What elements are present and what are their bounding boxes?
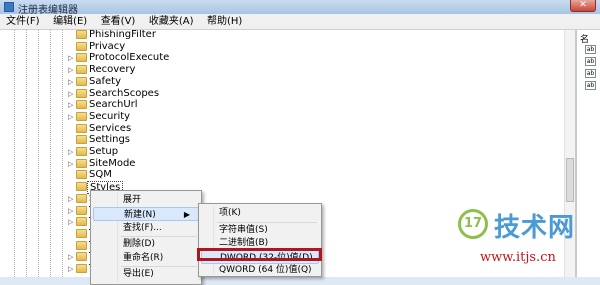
submenu-item-key[interactable]: 项(K) bbox=[201, 206, 319, 220]
menu-item-find[interactable]: 查找(F)... bbox=[93, 221, 199, 235]
string-value-icon[interactable]: ab bbox=[585, 45, 596, 54]
folder-icon bbox=[76, 135, 87, 145]
folder-icon bbox=[76, 88, 87, 98]
tree-item-label: SQM bbox=[89, 169, 112, 181]
menu-item-label: 展开 bbox=[123, 195, 142, 205]
expand-arrow-icon[interactable]: ▷ bbox=[68, 66, 73, 74]
expand-arrow-icon[interactable]: ▷ bbox=[68, 148, 73, 156]
menu-item-label: 新建(N) bbox=[124, 210, 156, 220]
folder-icon bbox=[76, 205, 87, 215]
expand-arrow-icon[interactable]: ▷ bbox=[68, 218, 73, 226]
menu-item-new[interactable]: 新建(N) ▶ bbox=[93, 207, 199, 221]
menu-file[interactable]: 文件(F) bbox=[2, 14, 44, 30]
site-watermark: 17 技术网 www.itjs.cn bbox=[450, 205, 600, 277]
menu-item-rename[interactable]: 重命名(R) bbox=[93, 251, 199, 265]
watermark-title: 技术网 bbox=[494, 213, 576, 243]
tree-item[interactable]: ▷ Recovery bbox=[0, 64, 560, 76]
expand-arrow-icon[interactable]: ▷ bbox=[68, 101, 73, 109]
string-value-icon[interactable]: ab bbox=[585, 81, 596, 90]
menu-item-label: QWORD (64 位)值(Q) bbox=[219, 265, 312, 275]
folder-icon bbox=[76, 170, 87, 180]
menu-item-label: 查找(F)... bbox=[123, 223, 162, 233]
folder-icon bbox=[76, 123, 87, 133]
expand-arrow-icon[interactable]: ▷ bbox=[68, 90, 73, 98]
folder-icon bbox=[76, 182, 87, 192]
folder-icon bbox=[76, 100, 87, 110]
folder-icon bbox=[76, 158, 87, 168]
string-value-icon[interactable]: ab bbox=[585, 57, 596, 66]
folder-icon bbox=[76, 111, 87, 121]
close-button[interactable]: ✕ bbox=[570, 0, 596, 12]
title-bar: 注册表编辑器 ✕ bbox=[0, 0, 600, 16]
new-submenu: 项(K) 字符串值(S) 二进制值(B) DWORD (32-位)值(D) QW… bbox=[198, 203, 322, 277]
menu-bar: 文件(F) 编辑(E) 查看(V) 收藏夹(A) 帮助(H) bbox=[0, 14, 600, 30]
highlight-annotation-box bbox=[197, 248, 322, 261]
tree-item[interactable]: Services bbox=[0, 123, 560, 135]
folder-icon bbox=[76, 193, 87, 203]
watermark-url: www.itjs.cn bbox=[480, 250, 556, 265]
tree-item[interactable]: ▷ Safety bbox=[0, 76, 560, 88]
expand-arrow-icon[interactable]: ▷ bbox=[68, 207, 73, 215]
menu-help[interactable]: 帮助(H) bbox=[203, 14, 246, 30]
submenu-item-string-value[interactable]: 字符串值(S) bbox=[201, 223, 319, 237]
expand-arrow-icon[interactable]: ▷ bbox=[68, 265, 73, 273]
menu-item-expand[interactable]: 展开 bbox=[93, 193, 199, 207]
folder-icon bbox=[76, 65, 87, 75]
tree-item[interactable]: Settings bbox=[0, 134, 560, 146]
regedit-app-icon bbox=[4, 2, 14, 12]
tree-item[interactable]: Styles bbox=[0, 181, 560, 195]
folder-icon bbox=[76, 240, 87, 250]
menu-item-label: 导出(E) bbox=[123, 269, 154, 279]
folder-icon bbox=[76, 217, 87, 227]
scrollbar-thumb[interactable] bbox=[566, 158, 574, 202]
tree-item[interactable]: PhishingFilter bbox=[0, 30, 560, 41]
tree-item[interactable]: ▷ Security bbox=[0, 111, 560, 123]
expand-arrow-icon[interactable]: ▷ bbox=[68, 113, 73, 121]
tree-item[interactable]: ▷ SearchUrl bbox=[0, 99, 560, 111]
submenu-item-qword-value[interactable]: QWORD (64 位)值(Q) bbox=[201, 263, 319, 277]
tree-item[interactable]: ▷ ProtocolExecute bbox=[0, 52, 560, 64]
menu-item-export[interactable]: 导出(E) bbox=[93, 267, 199, 281]
folder-icon bbox=[76, 76, 87, 86]
menu-edit[interactable]: 编辑(E) bbox=[49, 14, 91, 30]
tree-item[interactable]: ▷ SearchScopes bbox=[0, 88, 560, 100]
tree-item[interactable]: Privacy bbox=[0, 41, 560, 53]
watermark-logo: 17 bbox=[458, 209, 488, 239]
menu-item-label: 重命名(R) bbox=[123, 253, 164, 263]
tree-item[interactable]: ▷ Setup bbox=[0, 146, 560, 158]
tree-item[interactable]: ▷ SiteMode bbox=[0, 158, 560, 170]
folder-icon bbox=[76, 147, 87, 156]
expand-arrow-icon[interactable]: ▷ bbox=[68, 253, 73, 261]
folder-icon bbox=[76, 30, 87, 39]
context-menu: 展开 新建(N) ▶ 查找(F)... 删除(D) 重命名(R) 导出(E) bbox=[90, 190, 202, 285]
folder-icon bbox=[76, 252, 87, 262]
tree-item[interactable]: SQM bbox=[0, 169, 560, 181]
folder-icon bbox=[76, 264, 87, 273]
name-column-header[interactable]: 名 bbox=[580, 32, 589, 45]
menu-item-label: 字符串值(S) bbox=[219, 225, 268, 235]
menu-item-label: 项(K) bbox=[219, 208, 241, 218]
string-value-icon[interactable]: ab bbox=[585, 69, 596, 78]
menu-view[interactable]: 查看(V) bbox=[97, 14, 140, 30]
folder-icon bbox=[76, 228, 87, 238]
menu-item-label: 删除(D) bbox=[123, 239, 155, 249]
expand-arrow-icon[interactable]: ▷ bbox=[68, 78, 73, 86]
expand-arrow-icon[interactable]: ▷ bbox=[68, 160, 73, 168]
folder-icon bbox=[76, 53, 87, 63]
submenu-arrow-icon: ▶ bbox=[183, 210, 190, 219]
menu-favorites[interactable]: 收藏夹(A) bbox=[145, 14, 198, 30]
menu-item-delete[interactable]: 删除(D) bbox=[93, 237, 199, 251]
folder-icon bbox=[76, 41, 87, 51]
expand-arrow-icon[interactable]: ▷ bbox=[68, 195, 73, 203]
expand-arrow-icon[interactable]: ▷ bbox=[68, 54, 73, 62]
